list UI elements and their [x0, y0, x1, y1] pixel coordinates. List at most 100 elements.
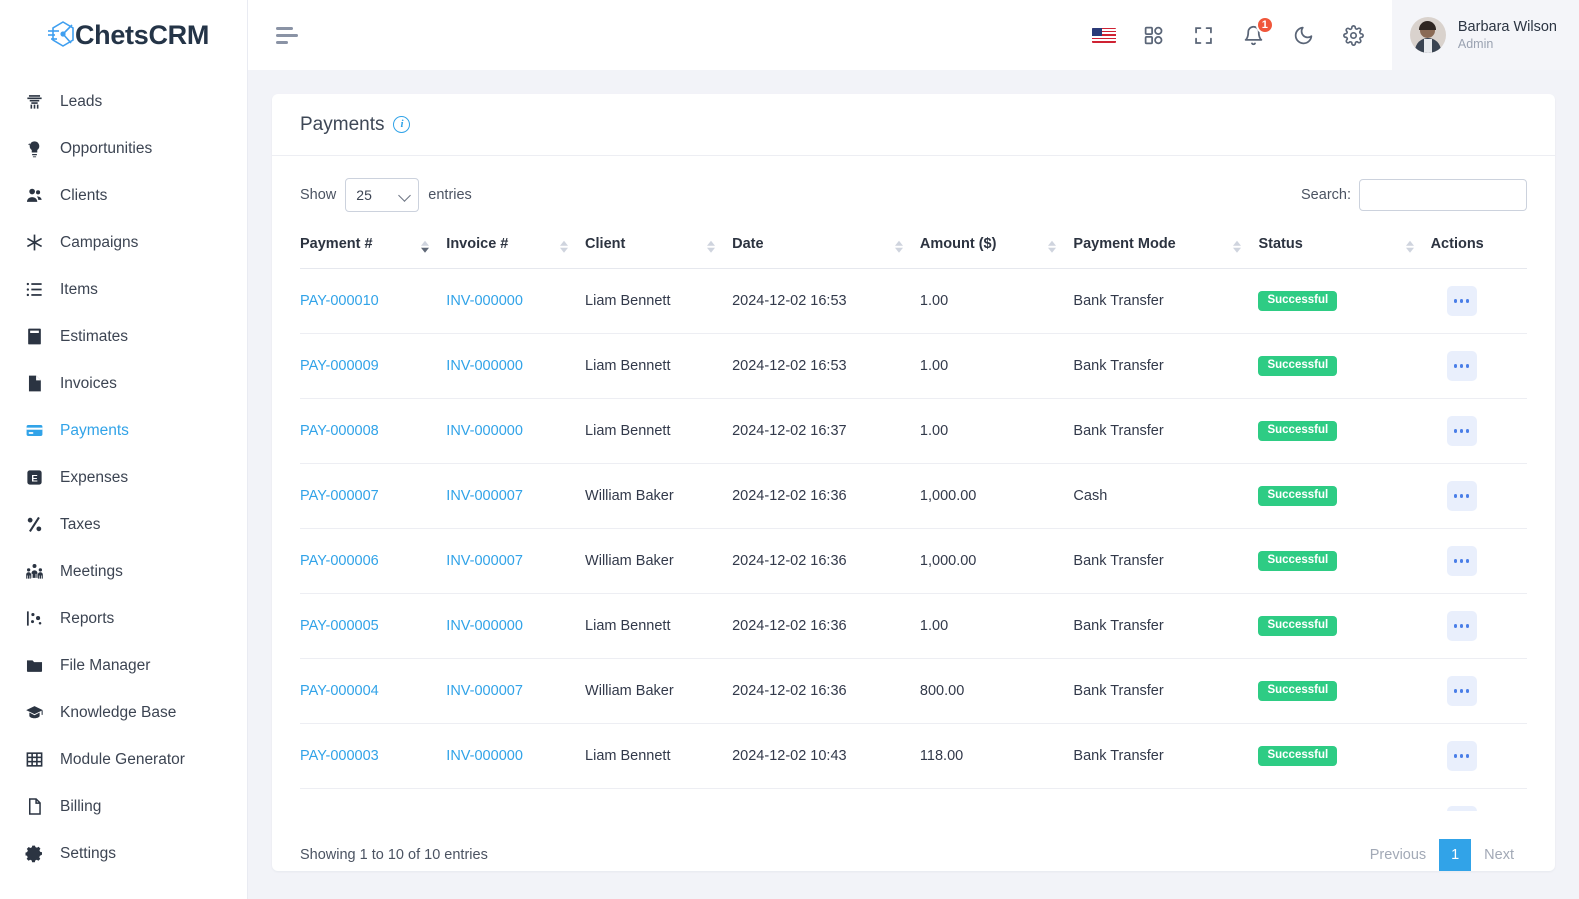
- invoice-link[interactable]: INV-000007: [446, 683, 523, 699]
- page-size-select[interactable]: 25: [345, 178, 420, 212]
- apps-grid-icon[interactable]: [1142, 23, 1166, 47]
- row-actions-button[interactable]: [1446, 351, 1477, 381]
- row-actions-button[interactable]: [1446, 286, 1477, 316]
- cell-payment-number: PAY-000006: [300, 528, 447, 594]
- cell-invoice-number: INV-000007: [446, 658, 586, 724]
- payment-link[interactable]: PAY-000008: [300, 423, 379, 439]
- sort-icon: [1048, 240, 1057, 253]
- cell-payment-number: PAY-000005: [300, 593, 447, 659]
- table-footer: Showing 1 to 10 of 10 entries Previous 1…: [272, 817, 1555, 871]
- notifications-bell-icon[interactable]: 1: [1242, 16, 1274, 47]
- row-actions-button[interactable]: [1446, 546, 1477, 576]
- search-input[interactable]: [1359, 179, 1527, 211]
- cell-client: Liam Bennett: [585, 398, 733, 464]
- row-actions-button[interactable]: [1446, 611, 1477, 641]
- sidebar-item-opportunities[interactable]: Opportunities: [0, 125, 247, 172]
- invoice-link[interactable]: INV-000007: [446, 488, 523, 504]
- row-actions-button[interactable]: [1446, 416, 1477, 446]
- cell-status: Successful: [1258, 333, 1431, 399]
- cell-payment-number: PAY-000007: [300, 463, 447, 529]
- sidebar-item-label: Meetings: [60, 562, 123, 580]
- payment-link[interactable]: PAY-000006: [300, 553, 379, 569]
- pagination-previous[interactable]: Previous: [1357, 839, 1439, 871]
- row-actions-button[interactable]: [1446, 741, 1477, 771]
- cell-payment-number: PAY-000008: [300, 398, 447, 464]
- sidebar-item-clients[interactable]: Clients: [0, 172, 247, 219]
- column-header-client[interactable]: Client: [585, 226, 733, 269]
- sidebar-item-settings[interactable]: Settings: [0, 830, 247, 877]
- sidebar-item-estimates[interactable]: Estimates: [0, 313, 247, 360]
- cell-payment-mode: Cash: [1073, 788, 1259, 811]
- cell-amount: 1,000.00: [919, 463, 1074, 529]
- sidebar-item-leads[interactable]: Leads: [0, 78, 247, 125]
- sidebar-item-invoices[interactable]: Invoices: [0, 360, 247, 407]
- cell-status: Successful: [1258, 268, 1431, 334]
- pagination-page-1[interactable]: 1: [1439, 839, 1472, 871]
- sidebar-item-payments[interactable]: Payments: [0, 407, 247, 454]
- sidebar-item-meetings[interactable]: Meetings: [0, 548, 247, 595]
- info-circle-icon[interactable]: i: [393, 116, 411, 133]
- brand-logo[interactable]: ChetsCRM: [0, 0, 247, 70]
- invoice-link[interactable]: INV-000000: [446, 423, 523, 439]
- sidebar-item-taxes[interactable]: Taxes: [0, 501, 247, 548]
- sidebar-item-items[interactable]: Items: [0, 266, 247, 313]
- sidebar-item-label: Estimates: [60, 327, 129, 345]
- invoice-link[interactable]: INV-000000: [446, 293, 523, 309]
- cell-invoice-number: INV-000000: [446, 593, 586, 659]
- sidebar-item-billing[interactable]: Billing: [0, 783, 247, 830]
- table-header-row: Payment # Invoice # Client Date Amount (…: [300, 226, 1527, 269]
- cell-invoice-number: INV-000007: [446, 528, 586, 594]
- row-actions-button[interactable]: [1446, 481, 1477, 511]
- table-row: PAY-000002INV-000000Liam Bennett2024-12-…: [300, 788, 1527, 811]
- sort-icon: [1405, 240, 1415, 253]
- sidebar-item-file-manager[interactable]: File Manager: [0, 642, 247, 689]
- invoice-link[interactable]: INV-000000: [446, 618, 523, 634]
- payment-link[interactable]: PAY-000005: [300, 618, 379, 634]
- column-header-payment-mode[interactable]: Payment Mode: [1073, 226, 1259, 269]
- credit-card-icon: [24, 421, 44, 441]
- row-actions-button[interactable]: [1446, 676, 1477, 706]
- invoice-link[interactable]: INV-000007: [446, 553, 523, 569]
- column-header-status[interactable]: Status: [1258, 226, 1431, 269]
- column-header-payment[interactable]: Payment #: [300, 226, 447, 269]
- payment-link[interactable]: PAY-000003: [300, 748, 379, 764]
- column-label: Payment #: [300, 236, 373, 252]
- sidebar-item-label: Settings: [60, 844, 117, 862]
- column-label: Date: [732, 236, 764, 252]
- invoice-link[interactable]: INV-000000: [446, 358, 523, 374]
- column-label: Status: [1258, 236, 1303, 252]
- settings-gear-icon[interactable]: [1342, 23, 1366, 47]
- dark-mode-moon-icon[interactable]: [1292, 23, 1316, 47]
- fullscreen-icon[interactable]: [1192, 23, 1216, 47]
- status-badge: Successful: [1258, 550, 1338, 572]
- cell-actions: [1430, 528, 1527, 594]
- column-label: Actions: [1430, 236, 1484, 252]
- sidebar-item-campaigns[interactable]: Campaigns: [0, 219, 247, 266]
- hamburger-icon[interactable]: [276, 21, 304, 49]
- user-profile-menu[interactable]: Barbara Wilson Admin: [1391, 0, 1579, 70]
- sidebar-item-knowledge-base[interactable]: Knowledge Base: [0, 689, 247, 736]
- row-actions-button[interactable]: [1446, 806, 1477, 811]
- payment-link[interactable]: PAY-000009: [300, 358, 379, 374]
- search-label: Search:: [1301, 187, 1351, 203]
- cell-invoice-number: INV-000000: [446, 333, 586, 399]
- cell-client: William Baker: [585, 528, 733, 594]
- table-row: PAY-000009 INV-000000 Liam Bennett 2024-12-…: [300, 333, 1527, 399]
- cell-actions: [1430, 788, 1527, 811]
- status-badge: Successful: [1258, 485, 1338, 507]
- cell-payment-mode: Bank Transfer: [1073, 333, 1259, 399]
- sidebar-item-module-generator[interactable]: Module Generator: [0, 736, 247, 783]
- lightbulb-icon: [24, 139, 44, 159]
- column-header-invoice[interactable]: Invoice #: [446, 226, 586, 269]
- payment-link[interactable]: PAY-000007: [300, 488, 379, 504]
- column-header-amount[interactable]: Amount ($): [919, 226, 1074, 269]
- payment-link[interactable]: PAY-000010: [300, 293, 379, 309]
- entries-label: entries: [428, 187, 472, 203]
- sidebar-item-expenses[interactable]: E Expenses: [0, 454, 247, 501]
- column-header-date[interactable]: Date: [732, 226, 920, 269]
- payment-link[interactable]: PAY-000004: [300, 683, 379, 699]
- pagination-next[interactable]: Next: [1471, 839, 1527, 871]
- invoice-link[interactable]: INV-000000: [446, 748, 523, 764]
- language-flag-us-icon[interactable]: [1091, 23, 1116, 47]
- sidebar-item-reports[interactable]: Reports: [0, 595, 247, 642]
